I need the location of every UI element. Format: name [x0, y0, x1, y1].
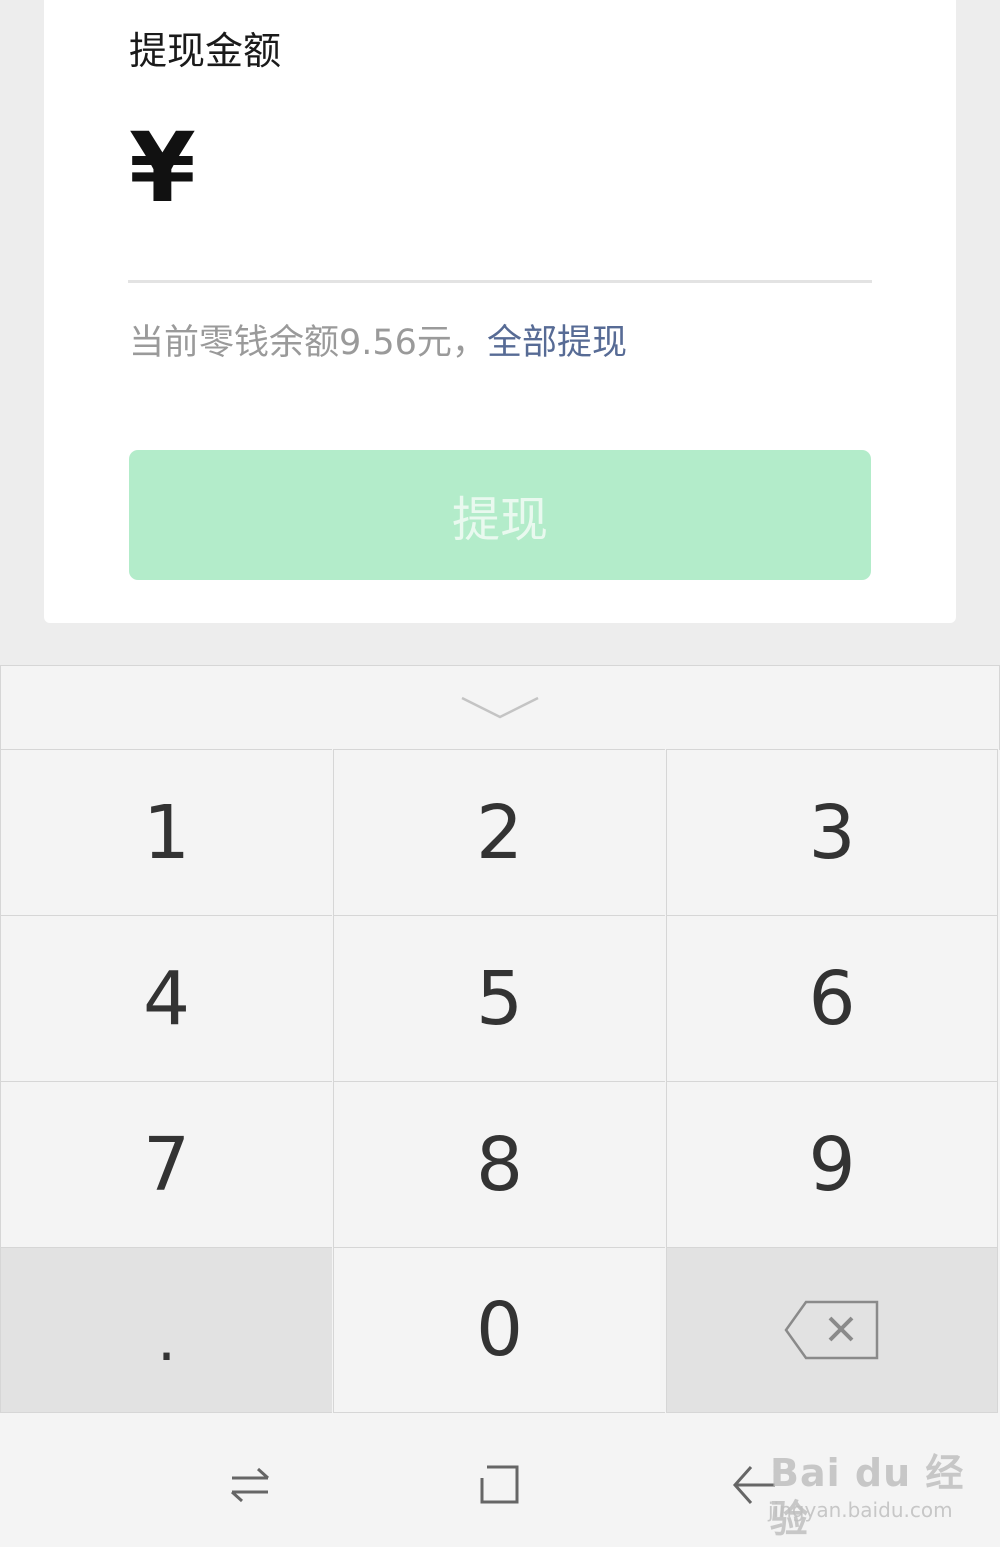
key-decimal[interactable]: . — [0, 1247, 332, 1413]
key-7[interactable]: 7 — [0, 1081, 332, 1247]
back-icon — [732, 1466, 775, 1504]
home-icon — [480, 1465, 519, 1504]
switch-icon — [230, 1467, 270, 1503]
withdraw-card: 提现金额 ¥ 当前零钱余额9.56元，全部提现 提现 — [44, 0, 956, 623]
key-6[interactable]: 6 — [666, 915, 998, 1081]
chevron-down-icon — [461, 696, 539, 719]
home-button[interactable] — [470, 1455, 530, 1515]
withdraw-all-link[interactable]: 全部提现 — [487, 323, 627, 363]
key-9[interactable]: 9 — [666, 1081, 998, 1247]
balance-info: 当前零钱余额9.56元，全部提现 — [129, 320, 627, 366]
balance-text: 当前零钱余额9.56元， — [129, 323, 487, 363]
key-0[interactable]: 0 — [333, 1247, 665, 1413]
amount-field[interactable]: ¥ — [129, 118, 873, 282]
recent-apps-button[interactable] — [220, 1455, 280, 1515]
page-title: 提现金额 — [129, 29, 282, 73]
key-2[interactable]: 2 — [333, 749, 665, 915]
key-backspace[interactable] — [666, 1247, 998, 1413]
key-5[interactable]: 5 — [333, 915, 665, 1081]
key-8[interactable]: 8 — [333, 1081, 665, 1247]
backspace-icon — [784, 1300, 879, 1360]
numeric-keyboard: 1 2 3 4 5 6 7 8 9 . 0 — [0, 665, 1000, 1415]
amount-input[interactable] — [209, 128, 863, 220]
currency-symbol: ¥ — [129, 112, 196, 224]
keyboard-collapse-button[interactable] — [0, 665, 1000, 750]
key-4[interactable]: 4 — [0, 915, 332, 1081]
amount-divider — [128, 280, 872, 283]
key-grid: 1 2 3 4 5 6 7 8 9 . 0 — [0, 749, 1000, 1415]
system-navbar — [0, 1415, 1000, 1547]
key-3[interactable]: 3 — [666, 749, 998, 915]
withdraw-button[interactable]: 提现 — [129, 450, 871, 580]
back-button[interactable] — [725, 1455, 785, 1515]
key-1[interactable]: 1 — [0, 749, 332, 915]
